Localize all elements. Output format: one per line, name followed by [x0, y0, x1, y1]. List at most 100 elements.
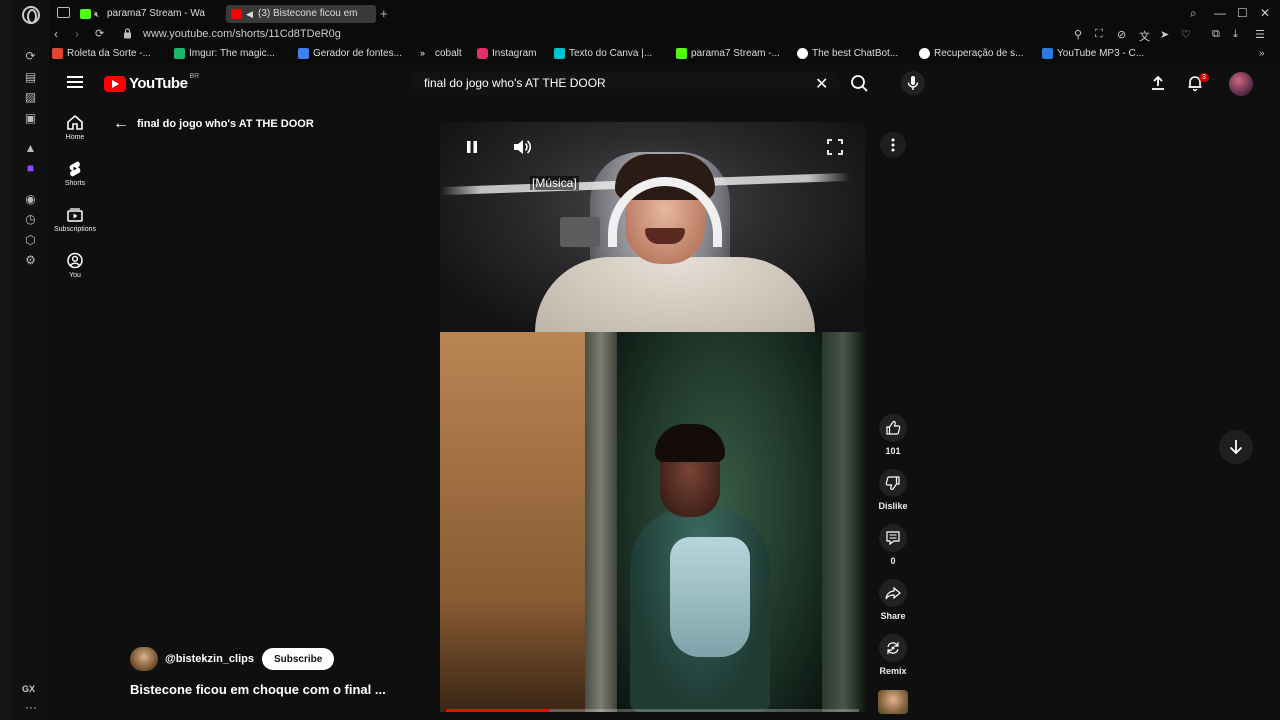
channel-handle[interactable]: @bistekzin_clips	[165, 653, 254, 665]
tab-bar: 🔇︎ parama7 Stream - Wa ◀︎ (3) Bistecone …	[49, 0, 1280, 26]
tab-parama7[interactable]: 🔇︎ parama7 Stream - Wa	[75, 5, 221, 23]
muted-icon[interactable]: 🔇︎	[94, 5, 100, 23]
maximize-button[interactable]: ☐	[1237, 6, 1248, 20]
video-title[interactable]: Bistecone ficou em choque com o final ..…	[130, 682, 386, 697]
wallet-icon[interactable]: ⧉	[1212, 28, 1220, 41]
clear-search-icon[interactable]: ✕	[815, 74, 828, 94]
guide-item-home[interactable]: Home	[51, 114, 99, 141]
progress-fill	[446, 709, 550, 712]
share-button[interactable]: Share	[871, 579, 915, 621]
bookmark-roleta[interactable]: Roleta da Sorte -...	[52, 48, 151, 59]
bookmark-recuperacao[interactable]: Recuperação de s...	[919, 48, 1024, 59]
hamburger-menu-icon[interactable]	[67, 76, 83, 88]
subscribe-button[interactable]: Subscribe	[261, 648, 335, 670]
shorts-icon	[69, 161, 81, 177]
search-icon[interactable]	[847, 72, 873, 94]
share-arrow-icon	[885, 586, 901, 600]
like-button[interactable]: 101	[871, 414, 915, 456]
forward-button[interactable]: ›	[75, 27, 79, 41]
more-bookmarks-icon[interactable]: »	[1259, 48, 1265, 59]
account-avatar[interactable]	[1229, 72, 1253, 96]
youtube-favicon-icon	[231, 9, 242, 19]
adblock-icon[interactable]: ⊘	[1117, 28, 1126, 41]
send-icon[interactable]: ➤	[1160, 28, 1169, 41]
remix-button[interactable]: Remix	[871, 634, 915, 676]
history-icon[interactable]: ◷	[23, 212, 38, 227]
gx-control-icon[interactable]: ▨	[23, 90, 38, 105]
minimize-button[interactable]: —	[1214, 6, 1226, 20]
new-tab-button[interactable]: +	[380, 6, 388, 21]
messenger-icon[interactable]: ▣	[23, 111, 38, 126]
bookmark-instagram[interactable]: Instagram	[477, 48, 536, 59]
extensions-icon[interactable]: ⬡	[23, 233, 38, 248]
dislike-button[interactable]: Dislike	[871, 469, 915, 511]
sound-thumbnail[interactable]	[878, 690, 908, 714]
bookmark-heart-icon[interactable]: ♡	[1181, 28, 1191, 41]
download-icon[interactable]: ⤓	[1233, 28, 1238, 41]
guide-item-shorts[interactable]: Shorts	[51, 160, 99, 187]
reload-button[interactable]: ⟳	[95, 27, 104, 40]
caption-text: [Música]	[530, 176, 579, 190]
twitch-icon[interactable]: ■	[23, 161, 38, 176]
bookmark-chatbot[interactable]: The best ChatBot...	[797, 48, 898, 59]
bookmark-imgur[interactable]: Imgur: The magic...	[174, 48, 275, 59]
opera-logo-icon[interactable]	[22, 6, 40, 24]
bookmark-favicon-icon	[174, 48, 185, 59]
bookmark-favicon-icon	[554, 48, 565, 59]
settings-gear-icon[interactable]: ⚙	[23, 253, 38, 268]
snapshot-icon[interactable]: ⛶	[1095, 28, 1103, 41]
pin-icon[interactable]: ⚲	[1074, 28, 1082, 41]
workspaces-icon[interactable]	[57, 7, 70, 18]
search-input[interactable]	[424, 76, 804, 90]
bookmark-gerador[interactable]: Gerador de fontes...	[298, 48, 402, 59]
lock-icon[interactable]	[123, 28, 132, 39]
fullscreen-icon[interactable]	[826, 138, 844, 156]
opera-ai-icon[interactable]: ▲	[23, 141, 38, 156]
more-vertical-icon[interactable]	[880, 132, 906, 158]
door-frame-right	[822, 332, 865, 712]
youtube-play-logo-icon	[104, 75, 126, 92]
door-frame-left	[585, 332, 617, 712]
easy-setup-icon[interactable]: ☰	[1255, 28, 1265, 41]
bookmark-favicon-icon	[797, 48, 808, 59]
streamer-mouth	[645, 228, 685, 244]
speed-dial-icon[interactable]: ▤	[23, 70, 38, 85]
volume-icon[interactable]	[512, 138, 532, 156]
bookmark-canva[interactable]: Texto do Canva |...	[554, 48, 652, 59]
progress-bar[interactable]	[446, 709, 859, 712]
channel-avatar[interactable]	[130, 647, 158, 671]
tab-youtube[interactable]: ◀︎ (3) Bistecone ficou em	[226, 5, 376, 23]
instagram-favicon-icon	[477, 48, 488, 59]
close-window-button[interactable]: ✕	[1260, 6, 1270, 20]
guide-item-subscriptions[interactable]: Subscriptions	[51, 206, 99, 233]
search-back-link[interactable]: ← final do jogo who's AT THE DOOR	[113, 115, 314, 133]
guide-item-you[interactable]: You	[51, 252, 99, 279]
translate-icon[interactable]: 文	[1139, 28, 1150, 44]
youtube-logo[interactable]: YouTube BR	[104, 73, 199, 92]
gx-rail	[0, 0, 13, 720]
gx-label[interactable]: GX	[22, 684, 35, 694]
remix-icon	[887, 642, 899, 654]
thumbs-up-icon	[886, 420, 901, 435]
streamer-shirt	[535, 257, 815, 332]
arrow-down-icon[interactable]	[1219, 430, 1253, 464]
gameplay-video-frame	[440, 332, 865, 712]
reload-sidebar-icon[interactable]: ⟳	[23, 49, 38, 64]
url-field[interactable]: www.youtube.com/shorts/11Cd8TDeR0g	[143, 28, 341, 40]
tab-label: (3) Bistecone ficou em	[258, 8, 358, 19]
audio-playing-icon[interactable]: ◀︎	[246, 5, 253, 23]
bookmark-parama7[interactable]: parama7 Stream -...	[676, 48, 780, 59]
search-tabs-icon[interactable]: ⌕	[1190, 6, 1197, 21]
more-options-icon[interactable]: ···	[25, 700, 37, 714]
upload-icon[interactable]	[1149, 74, 1167, 92]
youtube-page: YouTube BR ✕ 3 Home Shorts Subscriptio	[49, 64, 1280, 720]
shorts-player[interactable]: [Música]	[440, 122, 865, 712]
bookmark-youtube-mp3[interactable]: YouTube MP3 - C...	[1042, 48, 1144, 59]
pause-icon[interactable]	[464, 139, 480, 155]
microphone-icon[interactable]	[901, 71, 925, 95]
character-top	[670, 537, 750, 657]
comments-button[interactable]: 0	[871, 524, 915, 566]
bookmark-cobalt[interactable]: » cobalt	[420, 48, 462, 59]
player-icon[interactable]: ◉	[23, 192, 38, 207]
back-button[interactable]: ‹	[54, 27, 58, 41]
